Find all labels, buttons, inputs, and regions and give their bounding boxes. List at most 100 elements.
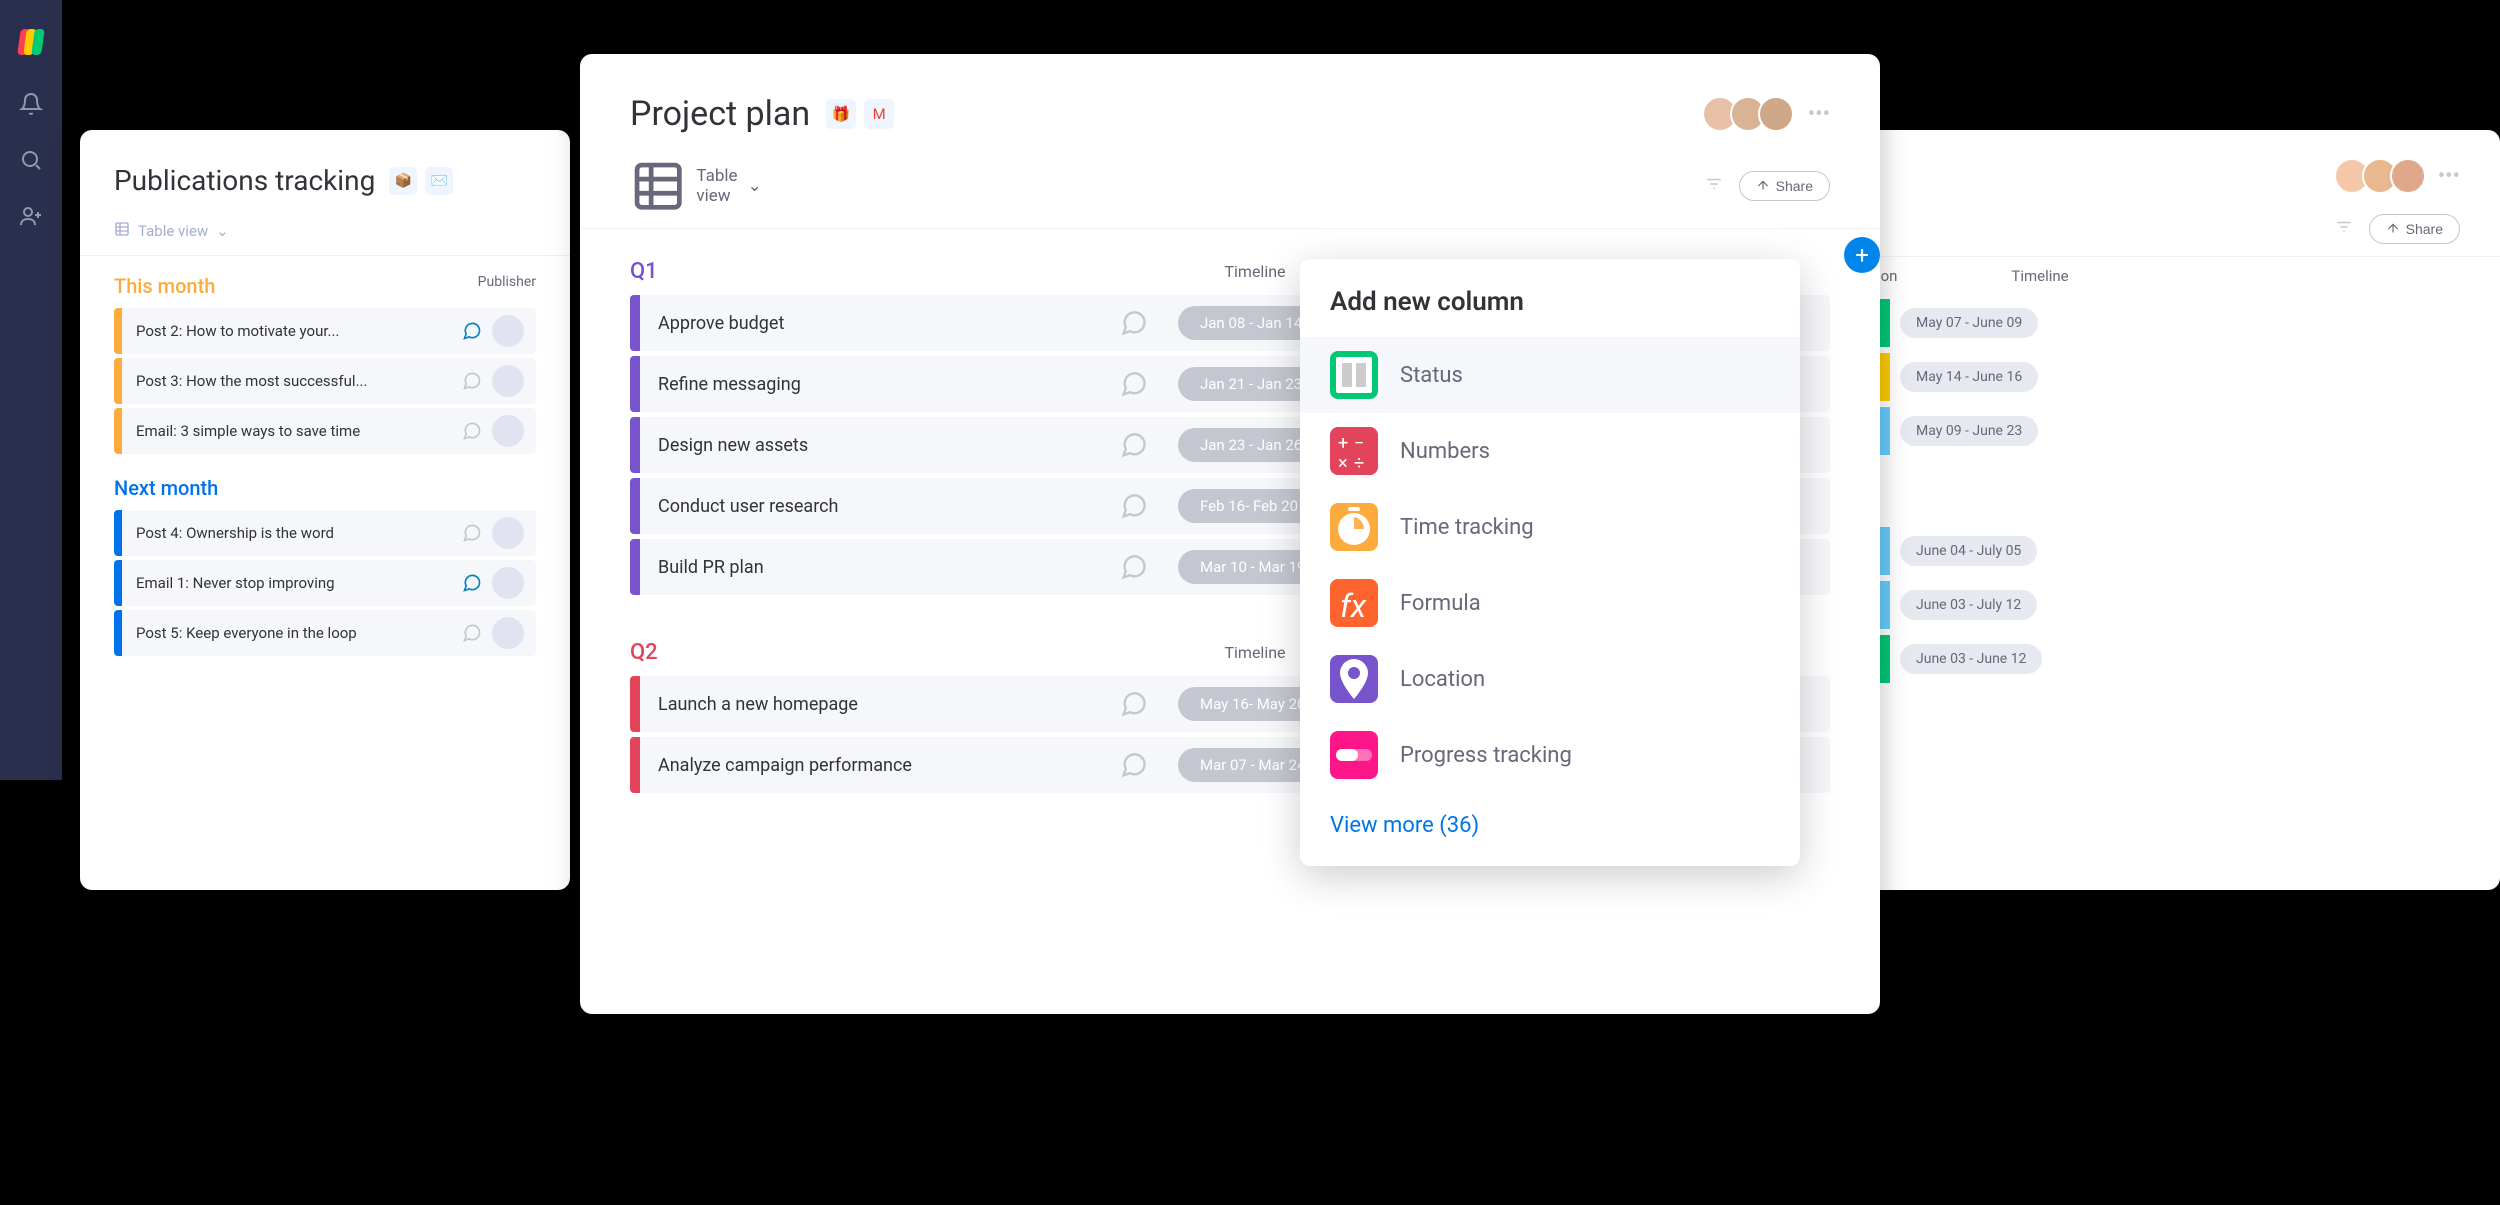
view-label: Table view <box>696 166 737 206</box>
group-name[interactable]: Q2 <box>630 640 1145 665</box>
board-title-text: Publications tracking <box>114 164 375 197</box>
chat-icon[interactable] <box>1120 690 1148 718</box>
column-option-label: Numbers <box>1400 439 1490 464</box>
column-option-time-tracking[interactable]: Time tracking <box>1300 489 1800 565</box>
column-option-numbers[interactable]: +−× ÷ Numbers <box>1300 413 1800 489</box>
integration-icon-1[interactable]: 📦 <box>389 167 417 195</box>
add-column-button[interactable]: + <box>1844 237 1880 273</box>
avatar[interactable] <box>492 315 524 347</box>
avatar[interactable] <box>492 517 524 549</box>
search-icon[interactable] <box>19 148 43 172</box>
chat-icon[interactable] <box>462 523 482 543</box>
task-title: Build PR plan <box>640 557 1120 578</box>
gmail-icon[interactable]: M <box>864 99 894 129</box>
timeline-pill[interactable]: Feb 16- Feb 20 <box>1178 489 1320 523</box>
column-option-progress-tracking[interactable]: Progress tracking <box>1300 717 1800 793</box>
chat-icon[interactable] <box>1120 751 1148 779</box>
task-title: Approve budget <box>640 313 1120 334</box>
view-selector[interactable]: Table view ⌄ <box>630 158 762 214</box>
avatar[interactable] <box>492 567 524 599</box>
bell-icon[interactable] <box>19 92 43 116</box>
chat-icon[interactable] <box>1120 431 1148 459</box>
column-option-location[interactable]: Location <box>1300 641 1800 717</box>
column-option-status[interactable]: Status <box>1300 337 1800 413</box>
filter-icon[interactable] <box>1705 175 1723 197</box>
column-option-formula[interactable]: fx Formula <box>1300 565 1800 641</box>
group-title[interactable]: This monthPublisher <box>80 256 570 304</box>
avatar[interactable] <box>492 365 524 397</box>
filter-icon[interactable] <box>2335 218 2353 240</box>
numbers-icon: +−× ÷ <box>1330 427 1378 475</box>
task-title: Post 5: Keep everyone in the loop <box>122 614 462 652</box>
avatar[interactable] <box>492 415 524 447</box>
timeline-pill[interactable]: May 14 - June 16 <box>1900 362 2038 392</box>
timeline-pill[interactable]: May 09 - June 23 <box>1900 416 2038 446</box>
view-more-link[interactable]: View more (36) <box>1300 793 1800 842</box>
task-title: Post 3: How the most successful... <box>122 362 462 400</box>
col-timeline: Timeline <box>1940 267 2140 285</box>
task-row[interactable]: Email: 3 simple ways to save time <box>114 408 536 454</box>
formula-icon: fx <box>1330 579 1378 627</box>
column-option-label: Progress tracking <box>1400 743 1572 768</box>
timeline-pill[interactable]: June 03 - June 12 <box>1900 644 2042 674</box>
group-title[interactable]: Next month <box>80 458 570 506</box>
task-title: Email: 3 simple ways to save time <box>122 412 462 450</box>
time-icon <box>1330 503 1378 551</box>
chat-icon[interactable] <box>462 573 482 593</box>
integration-icon-2[interactable]: ✉️ <box>425 167 453 195</box>
svg-text:−: − <box>1354 433 1364 454</box>
share-button[interactable]: Share <box>1739 171 1830 201</box>
chat-icon[interactable] <box>462 421 482 441</box>
app-logo <box>13 24 49 60</box>
more-menu-icon[interactable]: ••• <box>1808 102 1830 127</box>
task-title: Post 2: How to motivate your... <box>122 312 462 350</box>
share-label: Share <box>2406 221 2443 237</box>
more-menu-icon[interactable]: ••• <box>2438 164 2460 189</box>
location-icon <box>1330 655 1378 703</box>
column-option-label: Status <box>1400 363 1463 388</box>
task-title: Analyze campaign performance <box>640 755 1120 776</box>
chat-icon[interactable] <box>462 623 482 643</box>
task-title: Refine messaging <box>640 374 1120 395</box>
board-title: Publications tracking 📦 ✉️ <box>114 164 536 197</box>
avatar[interactable] <box>492 617 524 649</box>
app-sidebar <box>0 0 62 780</box>
integration-icon-1[interactable]: 🎁 <box>826 99 856 129</box>
task-title: Design new assets <box>640 435 1120 456</box>
share-label: Share <box>1776 178 1813 194</box>
task-row[interactable]: Post 5: Keep everyone in the loop <box>114 610 536 656</box>
column-label: Publisher <box>478 274 536 290</box>
group-name[interactable]: Q1 <box>630 259 1145 284</box>
popover-title: Add new column <box>1300 287 1800 337</box>
svg-text:÷: ÷ <box>1354 453 1364 474</box>
timeline-pill[interactable]: May 07 - June 09 <box>1900 308 2038 338</box>
chat-icon[interactable] <box>462 371 482 391</box>
chat-icon[interactable] <box>1120 309 1148 337</box>
chat-icon[interactable] <box>1120 370 1148 398</box>
task-row[interactable]: Post 3: How the most successful... <box>114 358 536 404</box>
task-row[interactable]: Post 4: Ownership is the word <box>114 510 536 556</box>
board-title: Project plan 🎁 M <box>630 94 894 134</box>
column-option-label: Formula <box>1400 591 1481 616</box>
svg-text:+: + <box>1338 433 1348 454</box>
svg-text:×: × <box>1338 453 1348 474</box>
column-option-label: Time tracking <box>1400 515 1534 540</box>
task-row[interactable]: Email 1: Never stop improving <box>114 560 536 606</box>
task-title: Post 4: Ownership is the word <box>122 514 462 552</box>
chat-icon[interactable] <box>1120 492 1148 520</box>
chat-icon[interactable] <box>1120 553 1148 581</box>
project-plan-card: Project plan 🎁 M ••• Table view ⌄ Sh <box>580 54 1880 1014</box>
task-row[interactable]: Post 2: How to motivate your... <box>114 308 536 354</box>
chevron-down-icon[interactable]: ⌄ <box>216 222 229 240</box>
board-members[interactable] <box>1710 96 1794 132</box>
task-title: Conduct user research <box>640 496 1120 517</box>
timeline-pill[interactable]: June 04 - July 05 <box>1900 536 2037 566</box>
board-members[interactable] <box>2342 158 2426 194</box>
task-title: Email 1: Never stop improving <box>122 564 462 602</box>
chat-icon[interactable] <box>462 321 482 341</box>
add-person-icon[interactable] <box>19 204 43 228</box>
timeline-pill[interactable]: June 03 - July 12 <box>1900 590 2037 620</box>
share-button[interactable]: Share <box>2369 214 2460 244</box>
view-selector[interactable]: Table view <box>138 222 208 240</box>
task-title: Launch a new homepage <box>640 694 1120 715</box>
